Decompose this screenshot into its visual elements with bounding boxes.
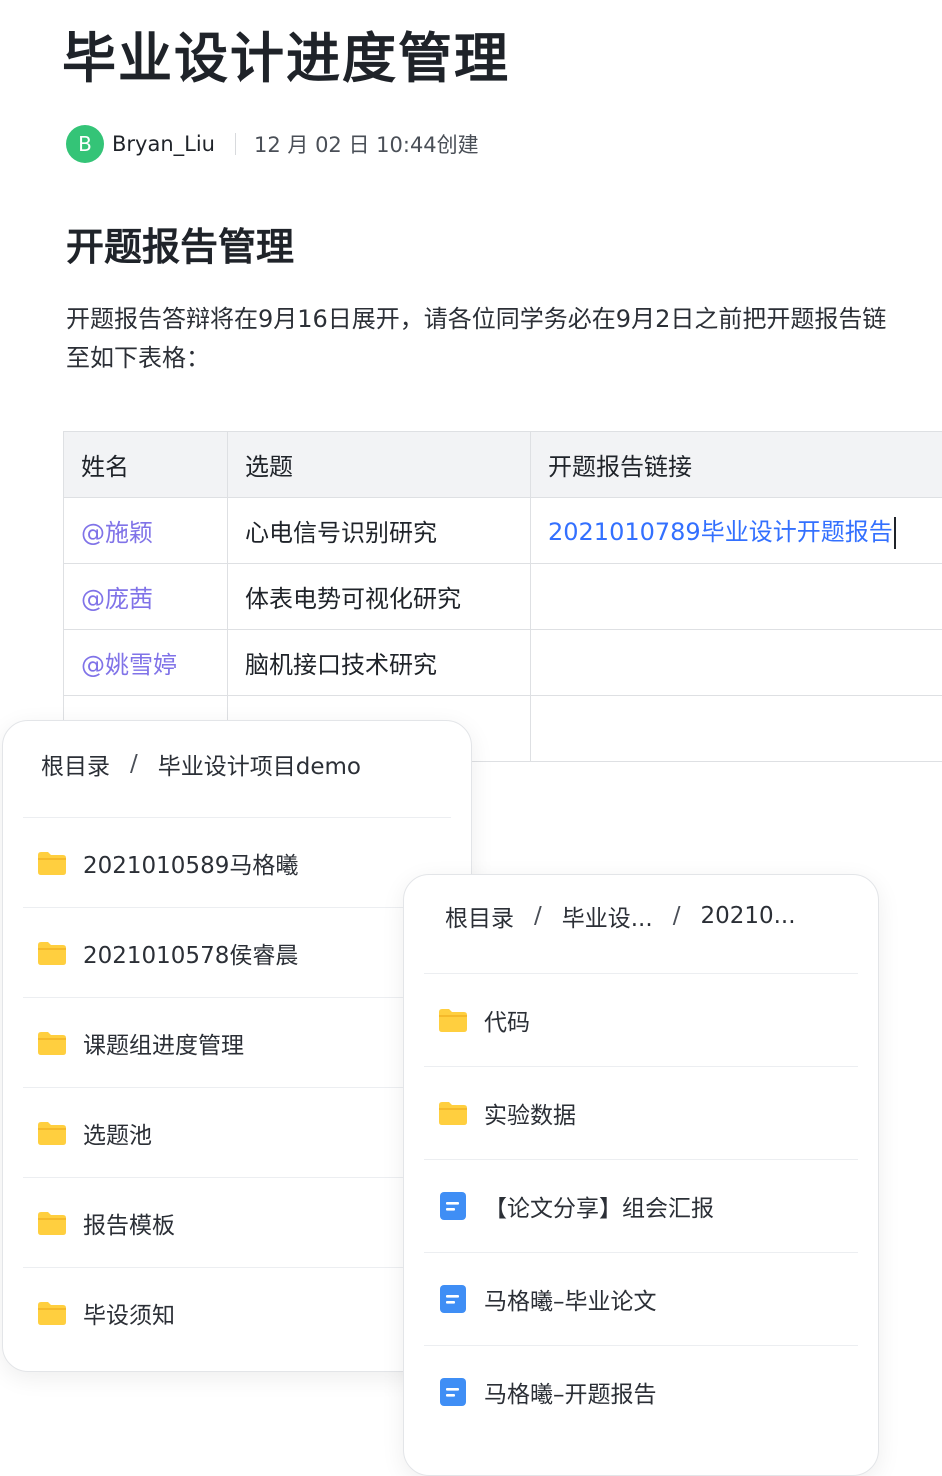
item-label: 课题组进度管理 [83, 1026, 244, 1060]
breadcrumb-separator: / [130, 751, 138, 777]
student-mention[interactable]: @姚雪婷 [64, 630, 228, 696]
report-table: 姓名 选题 开题报告链接 @施颖 心电信号识别研究 2021010789毕业设计… [63, 431, 942, 762]
column-header-link[interactable]: 开题报告链接 [531, 432, 942, 498]
text-cursor [894, 517, 896, 549]
folder-icon [37, 1028, 67, 1058]
breadcrumb-item[interactable]: 毕业设计项目demo [158, 747, 361, 781]
report-link-cell[interactable]: 2021010789毕业设计开题报告 [531, 498, 942, 564]
folder-browser-panel: 根目录 / 毕业设计项目demo 2021010589马格曦 202101057… [2, 720, 472, 1372]
list-item[interactable]: 2021010578侯睿晨 [23, 907, 451, 997]
column-header-topic[interactable]: 选题 [228, 432, 531, 498]
breadcrumb-item[interactable]: 毕业设... [562, 899, 653, 933]
item-label: 选题池 [83, 1116, 152, 1150]
page-title: 毕业设计进度管理 [62, 14, 510, 93]
list-item[interactable]: 2021010589马格曦 [23, 817, 451, 907]
item-label: 马格曦–毕业论文 [484, 1282, 657, 1316]
student-mention[interactable]: @庞茜 [64, 564, 228, 630]
list-item[interactable]: 课题组进度管理 [23, 997, 451, 1087]
breadcrumb-separator: / [534, 903, 542, 929]
intro-paragraph: 开题报告答辩将在9月16日展开，请各位同学务必在9月2日之前把开题报告链 至如下… [66, 300, 942, 378]
breadcrumb: 根目录 / 毕业设计项目demo [41, 747, 361, 781]
folder-list: 2021010589马格曦 2021010578侯睿晨 课题组进度管理 选题池 … [23, 817, 451, 1357]
subfolder-browser-panel: 根目录 / 毕业设... / 20210... 代码 实验数据 【论文分享】组会… [403, 874, 879, 1476]
folder-icon [37, 938, 67, 968]
topic-cell[interactable]: 体表电势可视化研究 [228, 564, 531, 630]
doc-icon [438, 1191, 468, 1221]
list-item[interactable]: 代码 [424, 973, 858, 1066]
item-label: 马格曦–开题报告 [484, 1375, 657, 1409]
breadcrumb-separator: / [673, 903, 681, 929]
table-row: @姚雪婷 脑机接口技术研究 [64, 630, 942, 696]
folder-icon [37, 1298, 67, 1328]
topic-cell[interactable]: 脑机接口技术研究 [228, 630, 531, 696]
column-header-name[interactable]: 姓名 [64, 432, 228, 498]
item-label: 2021010578侯睿晨 [83, 936, 298, 970]
item-label: 【论文分享】组会汇报 [484, 1189, 714, 1223]
list-item[interactable]: 报告模板 [23, 1177, 451, 1267]
report-link-cell[interactable] [531, 564, 942, 630]
created-timestamp: 12 月 02 日 10:44创建 [254, 129, 479, 159]
doc-icon [438, 1377, 468, 1407]
item-label: 实验数据 [484, 1096, 576, 1130]
topic-cell[interactable]: 心电信号识别研究 [228, 498, 531, 564]
folder-icon [438, 1098, 468, 1128]
folder-icon [37, 848, 67, 878]
paragraph-line: 至如下表格： [66, 339, 942, 378]
avatar[interactable]: B [66, 125, 104, 163]
list-item[interactable]: 马格曦–开题报告 [424, 1345, 858, 1438]
table-row: @施颖 心电信号识别研究 2021010789毕业设计开题报告 [64, 498, 942, 564]
file-list: 代码 实验数据 【论文分享】组会汇报 马格曦–毕业论文 马格曦–开题报告 [424, 973, 858, 1438]
item-label: 报告模板 [83, 1206, 175, 1240]
item-label: 2021010589马格曦 [83, 846, 298, 880]
list-item[interactable]: 实验数据 [424, 1066, 858, 1159]
breadcrumb: 根目录 / 毕业设... / 20210... [445, 899, 796, 933]
section-heading: 开题报告管理 [66, 216, 294, 271]
report-link-cell[interactable] [531, 630, 942, 696]
table-header-row: 姓名 选题 开题报告链接 [64, 432, 942, 498]
folder-icon [438, 1005, 468, 1035]
breadcrumb-item[interactable]: 根目录 [445, 899, 514, 933]
breadcrumb-item[interactable]: 20210... [700, 903, 795, 929]
report-link-cell[interactable] [531, 696, 942, 762]
doc-meta: B Bryan_Liu 12 月 02 日 10:44创建 [66, 124, 479, 164]
item-label: 毕设须知 [83, 1296, 175, 1330]
meta-divider [235, 133, 236, 155]
item-label: 代码 [484, 1003, 530, 1037]
list-item[interactable]: 毕设须知 [23, 1267, 451, 1357]
author-name[interactable]: Bryan_Liu [112, 132, 215, 156]
report-link[interactable]: 2021010789毕业设计开题报告 [548, 518, 893, 546]
folder-icon [37, 1118, 67, 1148]
list-item[interactable]: 马格曦–毕业论文 [424, 1252, 858, 1345]
list-item[interactable]: 选题池 [23, 1087, 451, 1177]
list-item[interactable]: 【论文分享】组会汇报 [424, 1159, 858, 1252]
breadcrumb-item[interactable]: 根目录 [41, 747, 110, 781]
student-mention[interactable]: @施颖 [64, 498, 228, 564]
folder-icon [37, 1208, 67, 1238]
doc-icon [438, 1284, 468, 1314]
table-row: @庞茜 体表电势可视化研究 [64, 564, 942, 630]
paragraph-line: 开题报告答辩将在9月16日展开，请各位同学务必在9月2日之前把开题报告链 [66, 300, 942, 339]
